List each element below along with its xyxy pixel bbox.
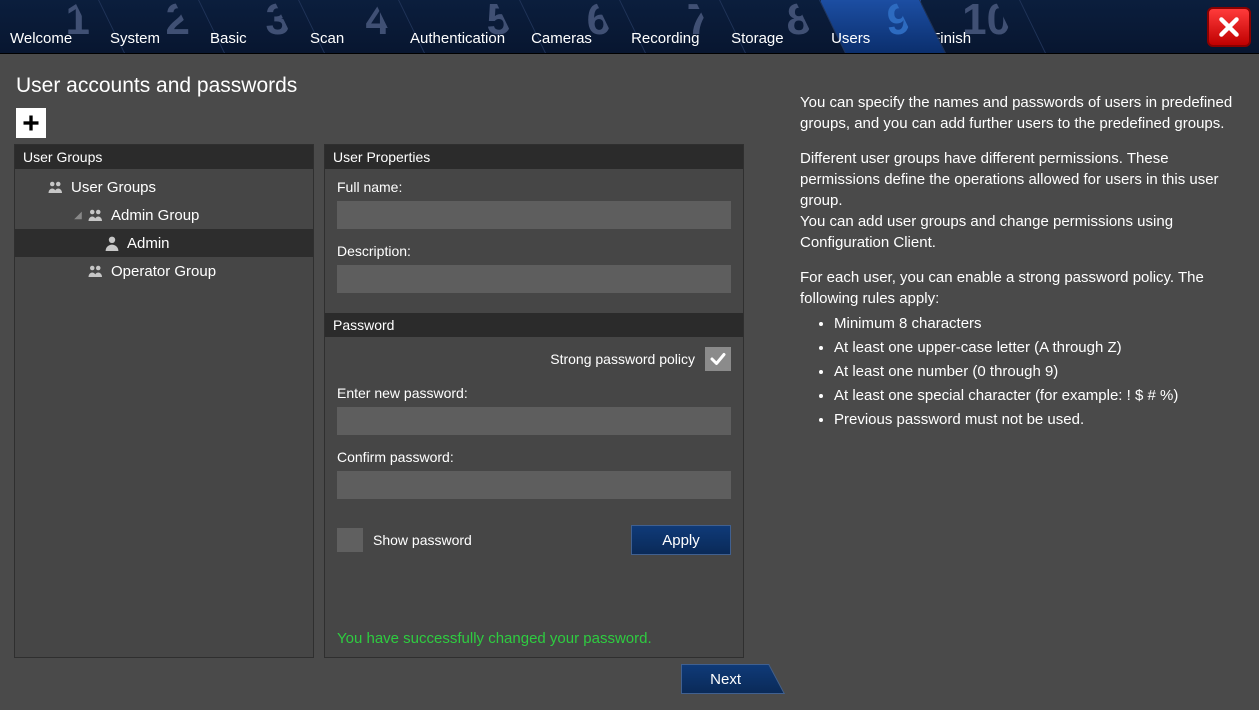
wizard-step-recording[interactable]: 7Recording — [621, 0, 721, 53]
close-icon — [1216, 14, 1242, 40]
help-paragraph: For each user, you can enable a strong p… — [800, 267, 1233, 309]
step-label: Welcome — [10, 30, 72, 47]
wizard-step-users[interactable]: 9 Users — [821, 0, 921, 53]
wizard-step-cameras[interactable]: 6Cameras — [521, 0, 621, 53]
step-number: 8 — [787, 0, 811, 42]
user-groups-panel: User Groups User Groups ◢ Admin Group — [14, 144, 314, 658]
wizard-step-system[interactable]: 2 System — [100, 0, 200, 53]
tree-node-operator-group[interactable]: ◢ Operator Group — [15, 257, 313, 285]
fullname-label: Full name: — [337, 179, 731, 195]
help-paragraph: Different user groups have different per… — [800, 148, 1233, 253]
help-rule: At least one number (0 through 9) — [834, 361, 1233, 382]
enter-password-label: Enter new password: — [337, 385, 731, 401]
confirm-password-label: Confirm password: — [337, 449, 731, 465]
step-label: Recording — [631, 30, 699, 47]
check-icon — [709, 350, 727, 368]
step-label: Authentication — [410, 30, 505, 47]
user-properties-panel: User Properties Full name: Description: … — [324, 144, 744, 658]
step-label: System — [110, 30, 160, 47]
help-rule: At least one special character (for exam… — [834, 385, 1233, 406]
page-title: User accounts and passwords — [8, 62, 778, 106]
tree-label: Admin — [127, 235, 170, 252]
step-label: Basic — [210, 30, 247, 47]
tree-node-admin-group[interactable]: ◢ Admin Group — [15, 201, 313, 229]
wizard-app: 1Welcome 2 System 3 Basic 4 Scan 5Authenticatio… — [0, 0, 1259, 710]
help-rule: Minimum 8 characters — [834, 313, 1233, 334]
show-password-label: Show password — [373, 532, 472, 548]
user-groups-header: User Groups — [15, 145, 313, 169]
help-panel: You can specify the names and passwords … — [786, 62, 1251, 702]
strong-password-checkbox[interactable] — [705, 347, 731, 371]
password-header: Password — [325, 313, 743, 337]
wizard-step-basic[interactable]: 3 Basic — [200, 0, 300, 53]
users-icon — [47, 179, 65, 195]
tree-label: User Groups — [71, 179, 156, 196]
wizard-step-scan[interactable]: 4 Scan — [300, 0, 400, 53]
enter-password-input[interactable] — [337, 407, 731, 435]
user-tree: User Groups ◢ Admin Group Admin ◢ — [15, 169, 313, 657]
tree-node-admin-user[interactable]: Admin — [15, 229, 313, 257]
strong-password-label: Strong password policy — [550, 351, 695, 367]
help-rule: Previous password must not be used. — [834, 409, 1233, 430]
tree-label: Operator Group — [111, 263, 216, 280]
show-password-checkbox[interactable] — [337, 528, 363, 552]
step-number: 9 — [887, 0, 911, 42]
plus-icon — [21, 113, 41, 133]
next-button[interactable]: Next — [681, 664, 766, 694]
help-rule: At least one upper-case letter (A throug… — [834, 337, 1233, 358]
step-number: 3 — [266, 0, 290, 42]
step-label: Users — [831, 30, 870, 47]
users-icon — [87, 207, 105, 223]
wizard-step-authentication[interactable]: 5Authentication — [400, 0, 521, 53]
help-rules-list: Minimum 8 characters At least one upper-… — [834, 313, 1233, 430]
fullname-input[interactable] — [337, 201, 731, 229]
password-status-message: You have successfully changed your passw… — [325, 620, 743, 657]
step-label: Scan — [310, 30, 344, 47]
step-label: Storage — [731, 30, 784, 47]
description-label: Description: — [337, 243, 731, 259]
wizard-step-welcome[interactable]: 1Welcome — [0, 0, 100, 53]
tree-node-root[interactable]: User Groups — [15, 173, 313, 201]
tree-label: Admin Group — [111, 207, 199, 224]
users-icon — [87, 263, 105, 279]
caret-icon: ◢ — [71, 210, 85, 221]
next-button-label: Next — [710, 671, 741, 688]
close-button[interactable] — [1207, 7, 1251, 47]
help-paragraph: You can specify the names and passwords … — [800, 92, 1233, 134]
apply-button[interactable]: Apply — [631, 525, 731, 555]
step-number: 4 — [366, 0, 390, 42]
add-user-button[interactable] — [16, 108, 46, 138]
wizard-step-storage[interactable]: 8Storage — [721, 0, 821, 53]
confirm-password-input[interactable] — [337, 471, 731, 499]
description-input[interactable] — [337, 265, 731, 293]
wizard-step-bar: 1Welcome 2 System 3 Basic 4 Scan 5Authenticatio… — [0, 0, 1259, 54]
step-number: 2 — [166, 0, 190, 42]
user-properties-header: User Properties — [325, 145, 743, 169]
step-label: Cameras — [531, 30, 592, 47]
user-icon — [103, 235, 121, 251]
